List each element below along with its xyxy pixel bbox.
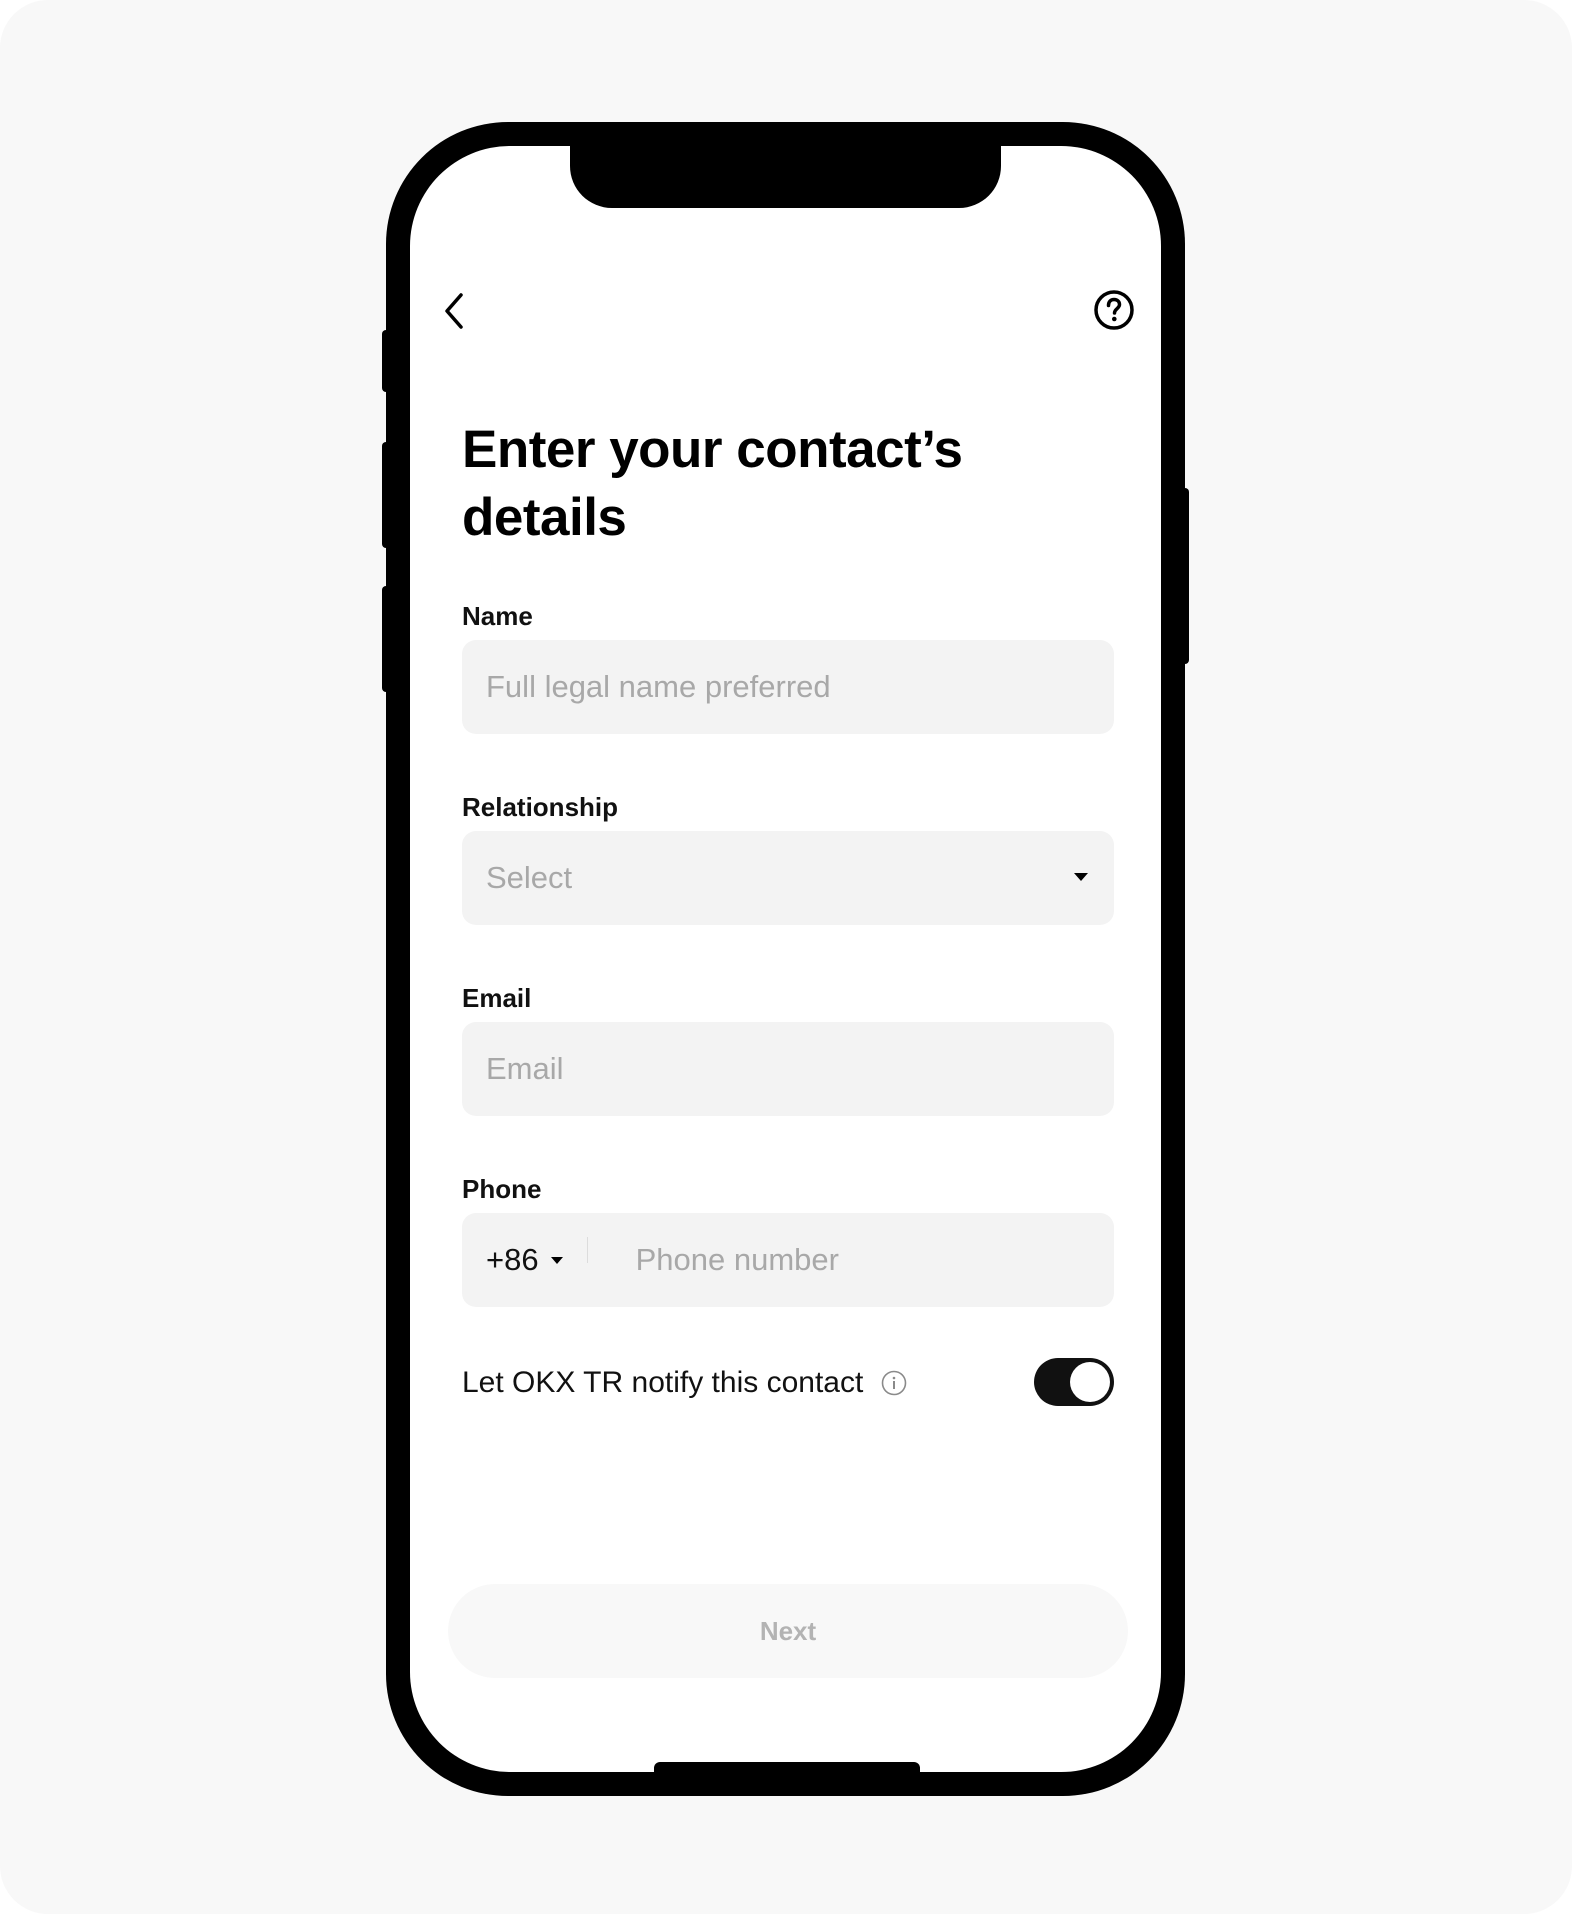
phone-number-input[interactable]: Phone number (636, 1242, 839, 1278)
back-button[interactable] (434, 286, 474, 336)
info-circle-icon[interactable] (881, 1370, 907, 1396)
email-field[interactable]: Email (462, 1022, 1114, 1116)
relationship-placeholder: Select (486, 860, 573, 895)
background-canvas: Enter your contact’s details Name Full l… (0, 0, 1572, 1914)
chevron-left-icon (445, 293, 463, 329)
relationship-select[interactable]: Select (462, 831, 1114, 925)
caret-down-icon (1074, 873, 1088, 881)
phone-frame: Enter your contact’s details Name Full l… (382, 122, 1189, 1796)
page-title: Enter your contact’s details (462, 420, 963, 547)
phone-volume-up-button (382, 442, 390, 548)
home-indicator (654, 1762, 920, 1772)
notify-toggle[interactable] (1034, 1358, 1114, 1406)
name-label: Name (462, 601, 533, 631)
phone-notch (570, 146, 1001, 208)
toggle-knob (1070, 1362, 1110, 1402)
relationship-label: Relationship (462, 792, 619, 822)
name-field[interactable]: Full legal name preferred (462, 640, 1114, 734)
phone-screen: Enter your contact’s details Name Full l… (410, 146, 1161, 1772)
phone-divider (586, 1237, 588, 1263)
email-placeholder: Email (486, 1051, 564, 1086)
notify-row: Let OKX TR notify this contact (462, 1358, 1114, 1408)
country-code-value: +86 (486, 1242, 539, 1277)
name-placeholder: Full legal name preferred (486, 669, 831, 704)
notify-label: Let OKX TR notify this contact (462, 1366, 864, 1399)
phone-field: +86 Phone number (462, 1213, 1114, 1307)
caret-down-icon (550, 1256, 563, 1264)
email-label: Email (462, 983, 532, 1013)
country-code-selector[interactable]: +86 (486, 1242, 563, 1278)
phone-label: Phone (462, 1174, 542, 1204)
question-circle-icon (1094, 290, 1134, 330)
phone-power-button (1181, 488, 1189, 664)
phone-volume-down-button (382, 586, 390, 692)
help-button[interactable] (1092, 288, 1136, 332)
phone-mute-switch (382, 330, 390, 392)
next-button[interactable]: Next (448, 1584, 1128, 1678)
